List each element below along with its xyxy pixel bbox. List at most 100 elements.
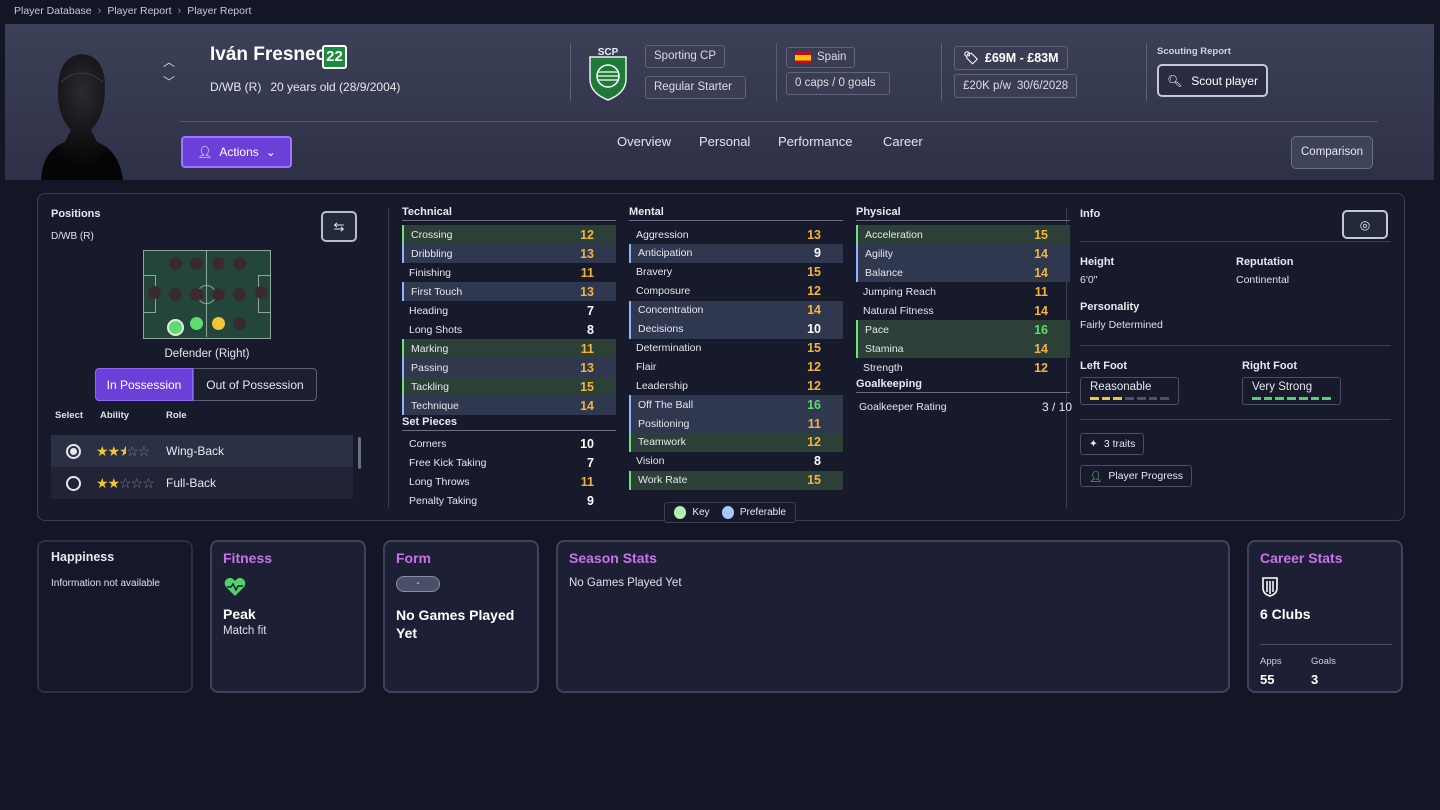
attribute-row[interactable]: Long Shots 8 [402,320,616,339]
attribute-row[interactable]: Concentration 14 [629,300,843,320]
nation-chip[interactable]: Spain [786,47,856,68]
pitch-position-dot[interactable] [212,257,225,270]
attribute-row[interactable]: Determination 15 [629,338,843,357]
attribute-row[interactable]: Vision 8 [629,452,843,471]
traits-button[interactable]: ✦ 3 traits [1080,433,1145,455]
attribute-row[interactable]: Anticipation 9 [629,243,843,263]
attribute-row[interactable]: Balance 14 [856,263,1070,282]
attribute-name: Teamwork [638,436,686,449]
form-card[interactable]: Form - No Games Played Yet [383,540,539,693]
club-crest-icon[interactable]: SCP [586,45,630,101]
attribute-row[interactable]: Decisions 10 [629,319,843,339]
select-column-header: Select [55,410,83,421]
attribute-row[interactable]: Off The Ball 16 [629,395,843,415]
career-stats-card[interactable]: Career Stats 6 Clubs Apps 55 Goals 3 [1247,540,1403,693]
scout-player-button[interactable]: 🔍︎ Scout player [1157,64,1268,97]
attribute-row[interactable]: Penalty Taking 9 [402,491,616,510]
attribute-name: Anticipation [638,247,693,260]
attribute-row[interactable]: Bravery 15 [629,263,843,282]
attribute-value: 9 [587,493,594,508]
attribute-row[interactable]: Stamina 14 [856,339,1070,358]
club-name: Sporting CP [654,50,717,62]
attribute-row[interactable]: Dribbling 13 [402,244,616,263]
breadcrumb-player-report[interactable]: Player Report [107,5,171,17]
attribute-row[interactable]: Teamwork 12 [629,432,843,452]
out-of-possession-toggle[interactable]: Out of Possession [193,368,317,401]
next-player-icon[interactable]: ﹀ [163,76,175,88]
roles-scrollbar[interactable] [358,437,361,469]
attribute-row[interactable]: Pace 16 [856,320,1070,339]
attribute-row[interactable]: Free Kick Taking 7 [402,453,616,472]
pitch-position-dot[interactable] [169,288,182,301]
attribute-row[interactable]: Passing 13 [402,358,616,377]
tab-performance[interactable]: Performance [778,134,852,149]
attribute-row[interactable]: Acceleration 15 [856,225,1070,244]
attribute-row[interactable]: Marking 11 [402,339,616,358]
role-row[interactable]: ★★☆☆☆ Full-Back [51,467,353,499]
attribute-row[interactable]: Agility 14 [856,244,1070,263]
pitch-position-dot[interactable] [212,288,225,301]
attribute-row[interactable]: Finishing 11 [402,263,616,282]
club-crest-text: SCP [598,47,619,58]
breadcrumb-player-database[interactable]: Player Database [14,5,92,17]
attribute-row[interactable]: Technique 14 [402,396,616,415]
player-attributes-icon[interactable]: ◎ [1342,210,1388,239]
attribute-value: 10 [807,322,821,336]
attribute-row[interactable]: Natural Fitness 14 [856,301,1070,320]
tab-career[interactable]: Career [883,134,923,149]
happiness-card[interactable]: Happiness Information not available [37,540,193,693]
fitness-card[interactable]: Fitness Peak Match fit [210,540,366,693]
pitch-position-dot[interactable] [233,317,246,330]
pitch-position-dot[interactable] [169,257,182,270]
pitch-position-dot-accomplished[interactable] [212,317,225,330]
pitch-position-dot[interactable] [148,286,161,299]
attribute-row[interactable]: Strength 12 [856,358,1070,377]
pitch-position-dot[interactable] [190,257,203,270]
divider [941,43,942,101]
attribute-name: Crossing [411,228,453,241]
attribute-name: Bravery [636,266,673,279]
attribute-row[interactable]: Positioning 11 [629,414,843,433]
attribute-row[interactable]: Corners 10 [402,434,616,453]
attribute-row[interactable]: Long Throws 11 [402,472,616,491]
attribute-row[interactable]: Composure 12 [629,282,843,301]
goals-label: Goals [1311,656,1336,667]
left-foot-box: Reasonable [1080,377,1179,405]
pitch-position-dot[interactable] [255,286,268,299]
attribute-row[interactable]: Tackling 15 [402,377,616,396]
position-switch-icon[interactable]: ⇆ [321,211,357,242]
attribute-row[interactable]: Work Rate 15 [629,470,843,490]
previous-player-icon[interactable]: ︿ [163,56,175,68]
pitch-position-dot[interactable] [233,257,246,270]
tab-personal[interactable]: Personal [699,134,750,149]
club-name-chip[interactable]: Sporting CP [645,45,726,68]
attribute-row[interactable]: Leadership 12 [629,376,843,395]
pitch-position-dot-natural[interactable] [190,317,203,330]
in-possession-toggle[interactable]: In Possession [95,368,193,401]
attribute-name: Determination [636,341,702,354]
attribute-row[interactable]: Aggression 13 [629,225,843,244]
club-shield-icon [1262,577,1278,597]
season-stats-card[interactable]: Season Stats No Games Played Yet [556,540,1230,693]
pitch-position-dot[interactable] [233,288,246,301]
role-row[interactable]: ★★★☆☆ Wing-Back [51,435,353,467]
attribute-row[interactable]: Flair 12 [629,357,843,376]
position-pitch[interactable] [143,250,271,339]
comparison-button[interactable]: Comparison [1291,136,1373,169]
attribute-row[interactable]: Crossing 12 [402,225,616,244]
attribute-name: Acceleration [865,228,923,241]
pitch-position-dot-selected[interactable] [167,319,184,336]
attribute-value: 16 [807,397,821,412]
role-radio[interactable] [66,475,81,491]
attribute-row[interactable]: Heading 7 [402,301,616,320]
attribute-row[interactable]: Jumping Reach 11 [856,282,1070,301]
pitch-position-dot[interactable] [190,288,203,301]
goalkeeping-title: Goalkeeping [856,378,1070,393]
tab-overview[interactable]: Overview [617,134,671,149]
player-progress-button[interactable]: 👤︎ Player Progress [1080,465,1193,487]
foot-meter-segment [1125,397,1134,400]
attribute-row[interactable]: First Touch 13 [402,282,616,301]
transfer-value-chip[interactable]: 🏷 £69M - £83M [954,46,1068,70]
actions-button[interactable]: 👤︎ Actions ⌄ [181,136,292,168]
role-radio-selected[interactable] [66,443,81,459]
